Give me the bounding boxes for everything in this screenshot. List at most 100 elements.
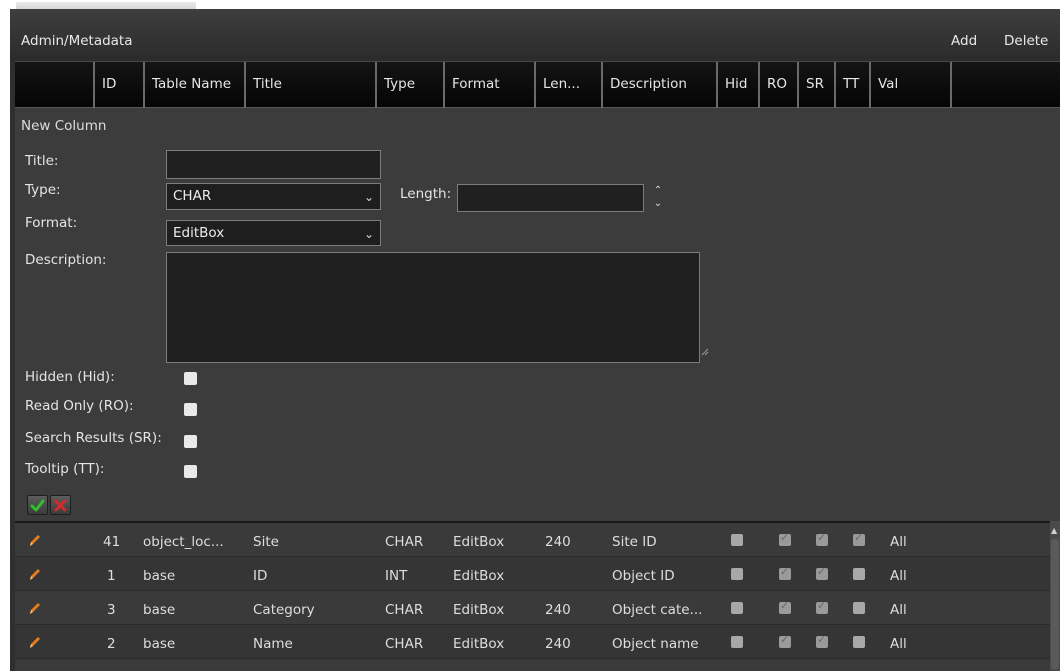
tooltip-checkbox[interactable]: [184, 465, 197, 478]
cell-description: Site ID: [612, 534, 657, 550]
column-header-row: ID Table Name Title Type Format Len... D…: [15, 61, 1060, 108]
cell-id: 1: [107, 568, 116, 584]
window-title: Admin/Metadata: [21, 33, 133, 49]
metadata-window: Admin/Metadata Add Delete ID Table Name …: [10, 9, 1060, 671]
scroll-up-icon[interactable]: ▲: [1051, 527, 1059, 535]
hid-indicator: [731, 534, 743, 546]
sr-indicator: [816, 633, 828, 648]
column-header-table-name[interactable]: Table Name: [145, 62, 246, 108]
type-selected-value: CHAR: [173, 188, 212, 204]
column-header-format[interactable]: Format: [445, 62, 536, 108]
background-strip: [0, 0, 1060, 9]
chevron-down-icon: ⌄: [363, 227, 374, 241]
new-column-form: New Column Title: Type: CHAR ⌄ Length: ⌃…: [15, 108, 1060, 521]
ro-indicator: [779, 531, 791, 546]
format-label: Format:: [25, 215, 78, 231]
format-selected-value: EditBox: [173, 225, 225, 241]
title-label: Title:: [25, 153, 59, 169]
scrollbar-track[interactable]: [1051, 539, 1059, 669]
column-header-length[interactable]: Len...: [536, 62, 603, 108]
hid-indicator: [731, 568, 743, 580]
titlebar: Admin/Metadata Add Delete: [10, 9, 1060, 61]
table-row[interactable]: 2 base Name CHAR EditBox 240 Object name…: [15, 625, 1050, 659]
column-header-title[interactable]: Title: [246, 62, 377, 108]
delete-button[interactable]: Delete: [1004, 33, 1048, 49]
sr-indicator: [816, 531, 828, 546]
metadata-table-body: 41 object_loc... Site CHAR EditBox 240 S…: [15, 521, 1050, 671]
search-results-checkbox[interactable]: [184, 435, 197, 448]
type-select[interactable]: CHAR ⌄: [166, 183, 381, 210]
cell-id: 2: [107, 636, 116, 652]
cancel-button[interactable]: [50, 495, 71, 515]
description-label: Description:: [25, 252, 107, 268]
pencil-icon[interactable]: [27, 566, 43, 582]
column-header-hid[interactable]: Hid: [718, 62, 760, 108]
cell-type: CHAR: [385, 602, 424, 618]
length-input[interactable]: [457, 184, 644, 212]
cell-length: 240: [545, 534, 571, 550]
cell-val: All: [890, 602, 907, 618]
tt-indicator: [853, 531, 865, 546]
cell-type: CHAR: [385, 534, 424, 550]
cell-format: EditBox: [453, 602, 505, 618]
cell-format: EditBox: [453, 534, 505, 550]
x-icon: [54, 499, 67, 512]
pencil-icon[interactable]: [27, 600, 43, 616]
add-button[interactable]: Add: [951, 33, 977, 49]
column-header-type[interactable]: Type: [377, 62, 445, 108]
cell-type: INT: [385, 568, 408, 584]
sr-indicator: [816, 599, 828, 614]
tt-indicator: [853, 602, 865, 614]
background-tab-shadow: [16, 2, 196, 9]
column-header-description[interactable]: Description: [603, 62, 718, 108]
cell-title: Category: [253, 602, 315, 618]
column-header-id[interactable]: ID: [95, 62, 145, 108]
description-textarea[interactable]: [166, 252, 700, 363]
length-spinner[interactable]: ⌃ ⌄: [651, 184, 665, 214]
tooltip-label: Tooltip (TT):: [25, 461, 105, 477]
cell-type: CHAR: [385, 636, 424, 652]
column-header-val[interactable]: Val: [871, 62, 952, 108]
cell-length: 240: [545, 636, 571, 652]
table-row[interactable]: 1 base ID INT EditBox Object ID All: [15, 557, 1050, 591]
cell-description: Object ID: [612, 568, 675, 584]
hid-indicator: [731, 636, 743, 648]
cell-description: Object cate...: [612, 602, 703, 618]
form-heading: New Column: [21, 118, 107, 134]
cell-table-name: object_loc...: [143, 534, 224, 550]
tt-indicator: [853, 568, 865, 580]
search-results-label: Search Results (SR):: [25, 430, 162, 446]
cell-val: All: [890, 568, 907, 584]
format-select[interactable]: EditBox ⌄: [166, 220, 381, 246]
table-row[interactable]: 41 object_loc... Site CHAR EditBox 240 S…: [15, 523, 1050, 557]
ro-indicator: [779, 565, 791, 580]
readonly-label: Read Only (RO):: [25, 398, 134, 414]
cell-table-name: base: [143, 602, 176, 618]
vertical-scrollbar[interactable]: ▲: [1050, 521, 1060, 671]
hidden-checkbox[interactable]: [184, 372, 197, 385]
cell-table-name: base: [143, 636, 176, 652]
spinner-down-icon[interactable]: ⌄: [651, 197, 665, 210]
cell-val: All: [890, 636, 907, 652]
ro-indicator: [779, 599, 791, 614]
table-row[interactable]: 3 base Category CHAR EditBox 240 Object …: [15, 591, 1050, 625]
column-header-sr[interactable]: SR: [799, 62, 836, 108]
column-header-edit: [15, 62, 95, 108]
cell-format: EditBox: [453, 636, 505, 652]
cell-title: Site: [253, 534, 279, 550]
spinner-up-icon[interactable]: ⌃: [651, 184, 665, 197]
column-header-tt[interactable]: TT: [836, 62, 871, 108]
cell-table-name: base: [143, 568, 176, 584]
length-label: Length:: [400, 186, 452, 202]
readonly-checkbox[interactable]: [184, 403, 197, 416]
cell-length: 240: [545, 602, 571, 618]
column-header-ro[interactable]: RO: [760, 62, 799, 108]
sr-indicator: [816, 565, 828, 580]
pencil-icon[interactable]: [27, 532, 43, 548]
hid-indicator: [731, 602, 743, 614]
resize-handle-icon[interactable]: [701, 348, 709, 356]
chevron-down-icon: ⌄: [363, 190, 374, 204]
pencil-icon[interactable]: [27, 634, 43, 650]
title-input[interactable]: [166, 150, 381, 179]
confirm-button[interactable]: [27, 495, 48, 515]
